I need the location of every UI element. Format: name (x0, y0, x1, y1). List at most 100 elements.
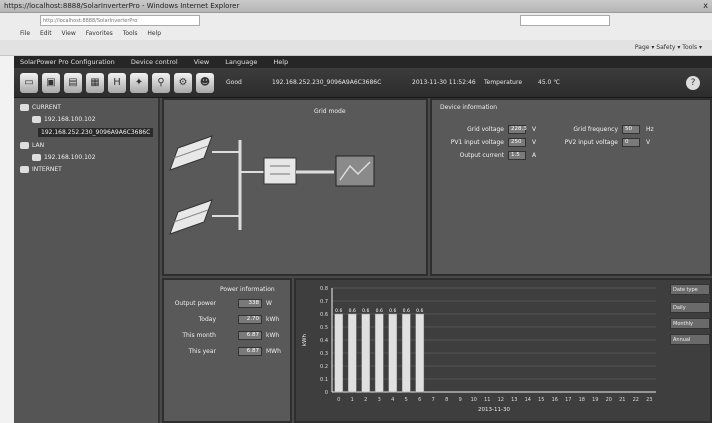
x-tick-label: 12 (498, 397, 504, 403)
tree-node-internet[interactable]: INTERNET (20, 166, 62, 173)
app-menu-help[interactable]: Help (273, 58, 288, 66)
app-toolbar: ▭ ▣ ▤ ▦ H ✦ ⚲ ⚙ ☻ Good 192.168.252.230_9… (14, 68, 712, 98)
solar-panel-icon (169, 199, 213, 235)
command-bar[interactable]: Page ▾ Safety ▾ Tools ▾ (635, 44, 702, 51)
menu-file[interactable]: File (20, 30, 30, 37)
output-power-value: 338 (238, 299, 262, 308)
y-tick-label: 0.6 (320, 312, 328, 318)
app-menubar: SolarPower Pro Configuration Device cont… (14, 56, 712, 68)
data-label: 0.6 (416, 308, 423, 314)
year-value: 6.87 (238, 347, 262, 356)
data-label: 0.6 (376, 308, 383, 314)
chart-bar (388, 313, 398, 393)
x-tick-label: 6 (418, 397, 421, 403)
grid-frequency-label: Grid frequency (573, 126, 618, 133)
search-input[interactable] (520, 15, 610, 26)
tree-node-device[interactable]: 192.168.252.230_9096A9A6C3686C (38, 128, 154, 137)
pv2-voltage-unit: V (646, 139, 651, 146)
tree-node-lan-ip[interactable]: 192.168.100.102 (32, 154, 96, 161)
app-menu-config[interactable]: SolarPower Pro Configuration (20, 58, 115, 66)
grid-voltage-label: Grid voltage (467, 126, 504, 133)
settings-icon[interactable]: ⚙ (174, 73, 192, 93)
energy-chart-panel: 0 0.1 0.2 0.3 0.4 0.5 0.6 0.7 0.8 0.6 0 0.6 1 0.6 2 0.6… (294, 278, 712, 423)
device-id: 192.168.252.230_9096A9A6C3686C (272, 79, 382, 86)
address-input[interactable]: http://localhost:8888/SolarInverterPro (40, 15, 200, 26)
browser-menubar: File Edit View Favorites Tools Help (0, 28, 712, 40)
status-label: Good (226, 79, 242, 86)
help-icon[interactable]: ? (686, 76, 700, 90)
x-tick-label: 16 (552, 397, 558, 403)
y-tick-label: 0.7 (320, 299, 328, 305)
close-icon[interactable]: x (703, 1, 708, 10)
monthly-option[interactable]: Monthly (670, 318, 710, 329)
x-tick-label: 21 (619, 397, 625, 403)
pv2-voltage-value: 0 (622, 138, 640, 147)
today-label: Today (198, 316, 216, 323)
year-label: This year (188, 348, 216, 355)
temperature-value: 45.0 ℃ (538, 79, 561, 86)
month-value: 6.87 (238, 331, 262, 340)
year-unit: MWh (266, 348, 281, 355)
menu-help[interactable]: Help (147, 30, 161, 37)
x-tick-label: 3 (378, 397, 381, 403)
history-icon[interactable]: H (108, 73, 126, 93)
document-icon[interactable]: ▤ (64, 73, 82, 93)
device-info-title: Device information (440, 104, 498, 111)
monitor-icon[interactable]: ▭ (20, 73, 38, 93)
favorites-bar: Page ▾ Safety ▾ Tools ▾ (0, 40, 712, 56)
solar-app: SolarPower Pro Configuration Device cont… (14, 56, 712, 423)
data-label: 0.6 (335, 308, 342, 314)
chart-bar (361, 313, 371, 393)
data-label: 0.6 (362, 308, 369, 314)
network-icon[interactable]: ✦ (130, 73, 148, 93)
tree-node-current[interactable]: CURRENT (20, 104, 61, 111)
month-label: This month (182, 332, 216, 339)
flow-diagram (169, 135, 375, 235)
power-info-panel: Power information Output power 338 W Tod… (162, 278, 292, 423)
x-axis-label: 2013-11-30 (478, 407, 510, 413)
menu-tools[interactable]: Tools (123, 30, 138, 37)
search-icon[interactable]: ⚲ (152, 73, 170, 93)
data-label: 0.6 (403, 308, 410, 314)
mode-title: Grid mode (314, 108, 346, 115)
pv2-voltage-label: PV2 input voltage (564, 139, 618, 146)
daily-option[interactable]: Daily (670, 302, 710, 313)
tree-node-current-ip[interactable]: 192.168.100.102 (32, 116, 96, 123)
pv1-voltage-unit: V (532, 139, 537, 146)
folder-icon (20, 142, 29, 149)
flow-panel: Grid mode (162, 98, 428, 276)
x-tick-label: 9 (459, 397, 462, 403)
energy-chart: 0 0.1 0.2 0.3 0.4 0.5 0.6 0.7 0.8 0.6 0 0.6 1 0.6 2 0.6… (302, 286, 656, 413)
x-tick-label: 22 (633, 397, 639, 403)
today-value: 2.70 (238, 315, 262, 324)
user-icon[interactable]: ☻ (196, 73, 214, 93)
chart-bar (347, 313, 357, 393)
menu-view[interactable]: View (62, 30, 76, 37)
menu-favorites[interactable]: Favorites (86, 30, 113, 37)
output-current-label: Output current (459, 152, 504, 159)
grid-icon (335, 155, 375, 187)
device-icon[interactable]: ▣ (42, 73, 60, 93)
app-menu-view[interactable]: View (194, 58, 209, 66)
solar-panel-icon (169, 135, 213, 171)
data-label: 0.6 (389, 308, 396, 314)
app-menu-device-control[interactable]: Device control (131, 58, 178, 66)
x-tick-label: 7 (432, 397, 435, 403)
menu-edit[interactable]: Edit (40, 30, 52, 37)
y-tick-label: 0.5 (320, 325, 328, 331)
y-tick-label: 0.4 (320, 338, 328, 344)
output-power-unit: W (266, 300, 272, 307)
pv1-voltage-value: 250 (508, 138, 526, 147)
x-tick-label: 23 (646, 397, 652, 403)
annual-option[interactable]: Annual (670, 334, 710, 345)
window-titlebar: https://localhost:8888/SolarInverterPro … (0, 0, 712, 13)
app-menu-language[interactable]: Language (225, 58, 257, 66)
tree-node-lan[interactable]: LAN (20, 142, 44, 149)
x-tick-label: 18 (579, 397, 585, 403)
output-power-label: Output power (174, 300, 216, 307)
x-tick-label: 17 (565, 397, 571, 403)
output-current-value: 1.5 (508, 151, 526, 160)
grid-frequency-unit: Hz (646, 126, 654, 133)
record-icon[interactable]: ▦ (86, 73, 104, 93)
x-tick-label: 11 (484, 397, 490, 403)
